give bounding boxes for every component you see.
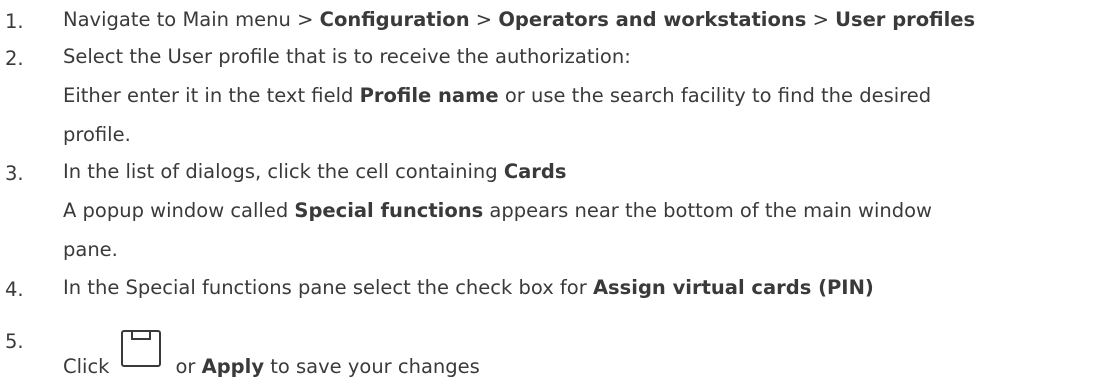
field-profile-name: Profile name xyxy=(359,84,499,107)
instruction-page: 1. Navigate to Main menu > Configuration… xyxy=(0,0,1102,377)
step-1-prefix: Navigate to Main menu > xyxy=(63,8,320,31)
step-2-line-2-pre: Either enter it in the text field xyxy=(63,84,360,107)
step-2-line-2: Either enter it in the text field Profil… xyxy=(63,86,931,106)
popup-special-functions: Special functions xyxy=(294,199,484,222)
menu-separator: > xyxy=(469,8,499,31)
step-number: 1. xyxy=(5,10,24,33)
step-5-post: to save your changes xyxy=(264,355,480,378)
step-number: 5. xyxy=(5,330,24,353)
step-4-text: In the Special functions pane select the… xyxy=(63,278,874,298)
step-3-line-2-pre: A popup window called xyxy=(63,199,295,222)
step-5-text: Click or Apply to save your changes xyxy=(63,330,480,377)
step-3-line-3: pane. xyxy=(63,238,118,261)
step-5-pre: Click xyxy=(63,355,110,378)
menu-operators-and-workstations: Operators and workstations xyxy=(498,8,807,31)
step-4-pre: In the Special functions pane select the… xyxy=(63,276,593,299)
step-1-text: Navigate to Main menu > Configuration > … xyxy=(63,10,975,30)
menu-separator: > xyxy=(806,8,836,31)
menu-configuration: Configuration xyxy=(319,8,470,31)
apply-label: Apply xyxy=(201,355,265,378)
step-number: 2. xyxy=(5,47,24,70)
save-icon-shutter xyxy=(131,330,152,340)
step-2-line-3: profile. xyxy=(63,123,131,146)
step-number: 4. xyxy=(5,278,24,301)
step-number: 3. xyxy=(5,162,24,185)
step-3-line-1: In the list of dialogs, click the cell c… xyxy=(63,162,566,182)
step-3-line-1-pre: In the list of dialogs, click the cell c… xyxy=(63,160,504,183)
menu-user-profiles: User profiles xyxy=(835,8,976,31)
step-2-line-1: Select the User profile that is to recei… xyxy=(63,45,631,68)
step-3-line-2: A popup window called Special functions … xyxy=(63,201,932,221)
checkbox-assign-virtual-cards: Assign virtual cards (PIN) xyxy=(592,276,874,299)
cell-cards: Cards xyxy=(503,160,567,183)
step-5-mid: or xyxy=(175,355,202,378)
save-icon xyxy=(121,330,162,367)
step-3-line-2-post: appears near the bottom of the main wind… xyxy=(483,199,933,222)
step-2-line-2-post: or use the search facility to find the d… xyxy=(498,84,932,107)
